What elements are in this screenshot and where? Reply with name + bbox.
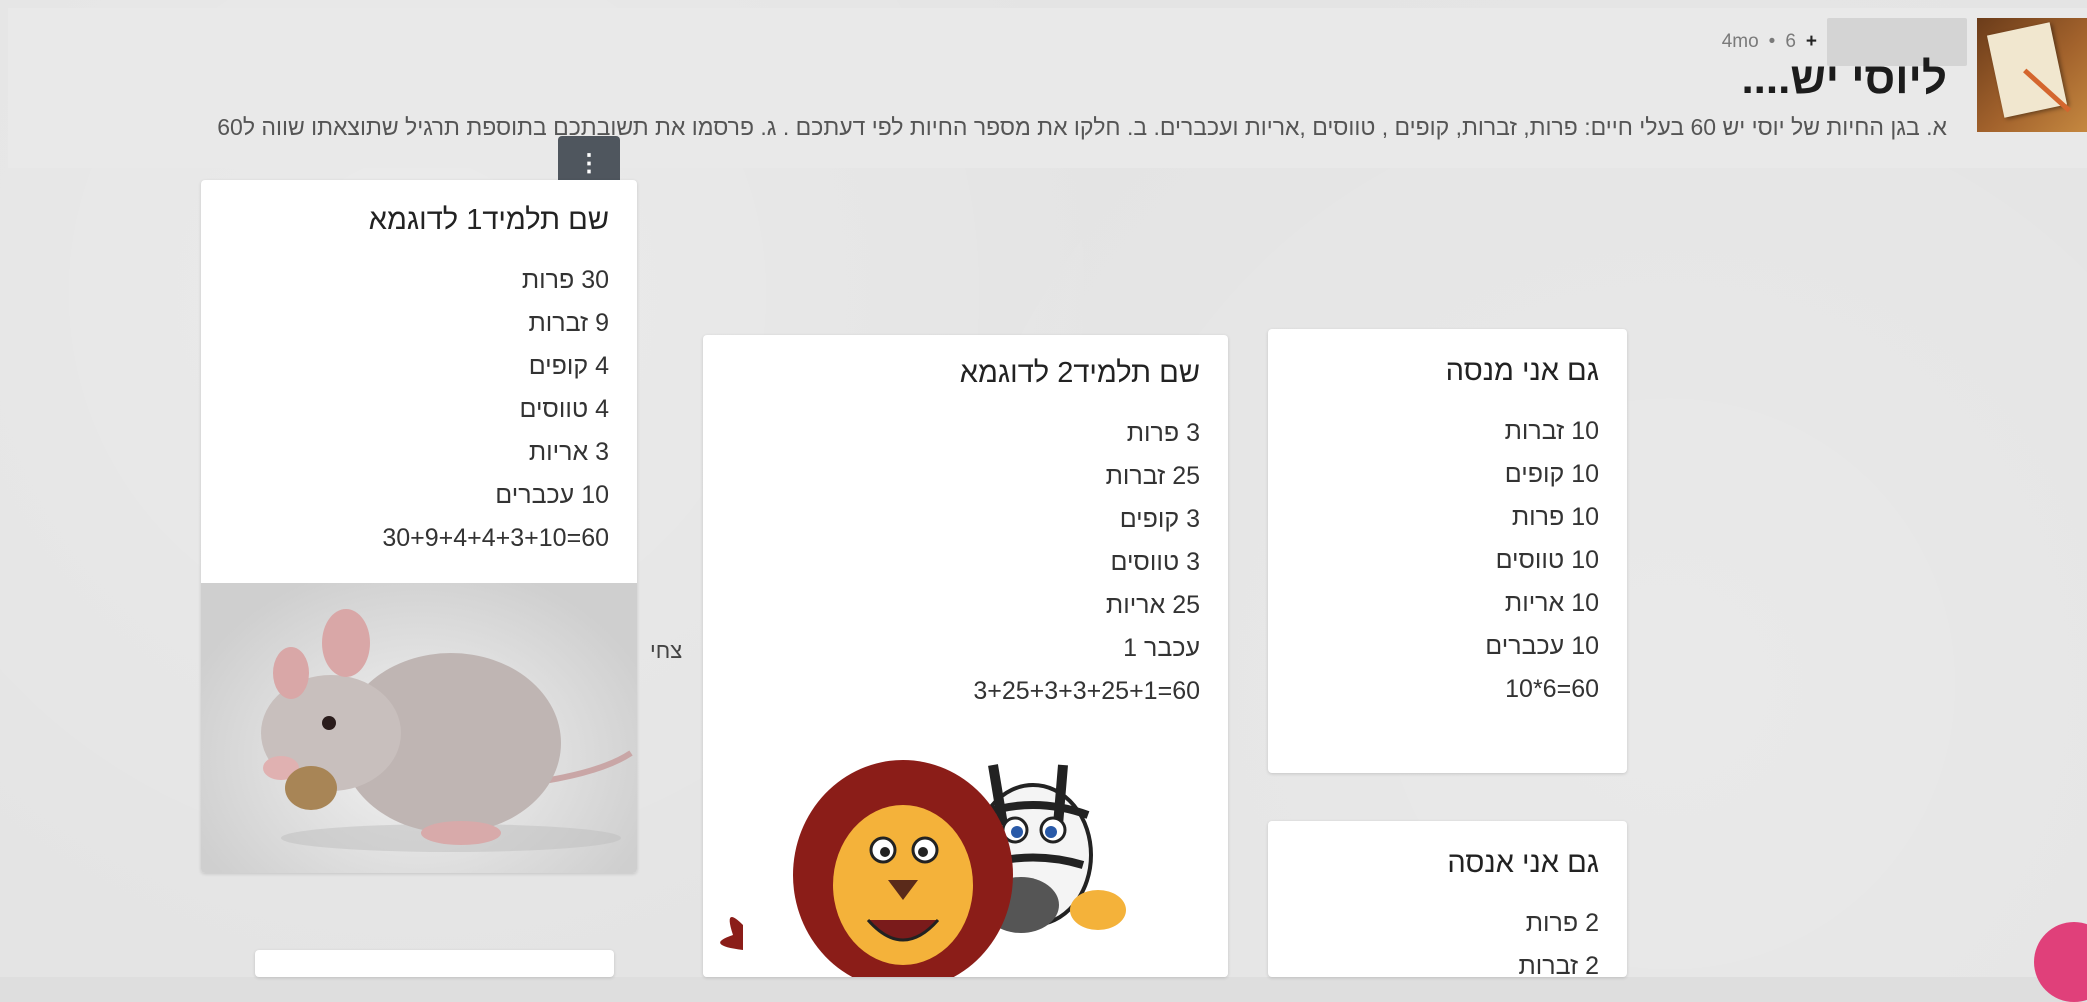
post-body: 10 זברות 10 קופים 10 פרות 10 טווסים 10 א… (1268, 410, 1627, 711)
post-line: 2 זברות (1518, 952, 1599, 977)
meta-time: 4mo (1721, 31, 1759, 52)
lion-zebra-image[interactable] (703, 735, 1228, 977)
post-title: שם תלמיד1 לדוגמא (368, 204, 609, 236)
post-line: 30 פרות (521, 266, 609, 294)
wall-title: ליוסי יש.... (1741, 54, 1947, 103)
meta-count: 6 (1785, 31, 1796, 52)
post-line: 9 זברות (528, 309, 609, 337)
post-line: 60=6*10 (1505, 675, 1599, 703)
post-title: גם אני אנסה (1447, 847, 1599, 879)
post-title: שם תלמיד2 לדוגמא (959, 357, 1200, 389)
wall-description: א. בגן החיות של יוסי יש 60 בעלי חיים: פר… (217, 114, 1947, 140)
post-line: עכבר 1 (1123, 634, 1200, 662)
mouse-illustration (261, 609, 633, 852)
post-line: 2 פרות (1525, 909, 1599, 937)
post-card-partial[interactable] (255, 950, 614, 977)
post-line: 3 אריות (528, 438, 609, 466)
post-body: 3 פרות 25 זברות 3 קופים 3 טווסים 25 אריו… (703, 412, 1228, 713)
post-line: 10 עכברים (495, 481, 609, 509)
wall-avatar[interactable] (1977, 18, 2087, 132)
post-card-student2[interactable]: שם תלמיד2 לדוגמא 3 פרות 25 זברות 3 קופים… (703, 335, 1228, 977)
post-line: 10 טווסים (1495, 546, 1599, 574)
post-line: 10 זברות (1504, 417, 1599, 445)
post-line: 10 פרות (1511, 503, 1599, 531)
post-line: 60=3+25+3+3+25+1 (973, 677, 1200, 705)
post-line: 3 טווסים (1110, 548, 1200, 576)
post-card-student1[interactable]: שם תלמיד1 לדוגמא 30 פרות 9 זברות 4 קופים… (201, 180, 637, 873)
post-line: 10 אריות (1504, 589, 1599, 617)
post-line: 4 קופים (528, 352, 609, 380)
post-body: 2 פרות 2 זברות (1268, 902, 1627, 977)
mouse-image[interactable] (201, 583, 637, 873)
author-label: צחי (650, 638, 683, 663)
post-line: 25 אריות (1105, 591, 1200, 619)
post-title: גם אני מנסה (1445, 355, 1599, 387)
post-line: 10 קופים (1504, 460, 1599, 488)
post-line: 3 פרות (1126, 419, 1200, 447)
post-line: 10 עכברים (1485, 632, 1599, 660)
post-line: 4 טווסים (519, 395, 609, 423)
lion-zebra-illustration (720, 760, 1126, 977)
post-card-menashe[interactable]: גם אני מנסה 10 זברות 10 קופים 10 פרות 10… (1268, 329, 1627, 773)
wall-header: 4mo • 6 + ליוסי יש.... א. בגן החיות של י… (8, 8, 2087, 168)
post-body: 30 פרות 9 זברות 4 קופים 4 טווסים 3 אריות… (201, 259, 637, 560)
post-line: 3 קופים (1119, 505, 1200, 533)
post-card-anase[interactable]: גם אני אנסה 2 פרות 2 זברות (1268, 821, 1627, 977)
post-line: 25 זברות (1105, 462, 1200, 490)
meta-plus: + (1805, 31, 1817, 52)
post-line: 60=30+9+4+4+3+10 (382, 524, 609, 552)
meta-separator: • (1768, 31, 1776, 52)
